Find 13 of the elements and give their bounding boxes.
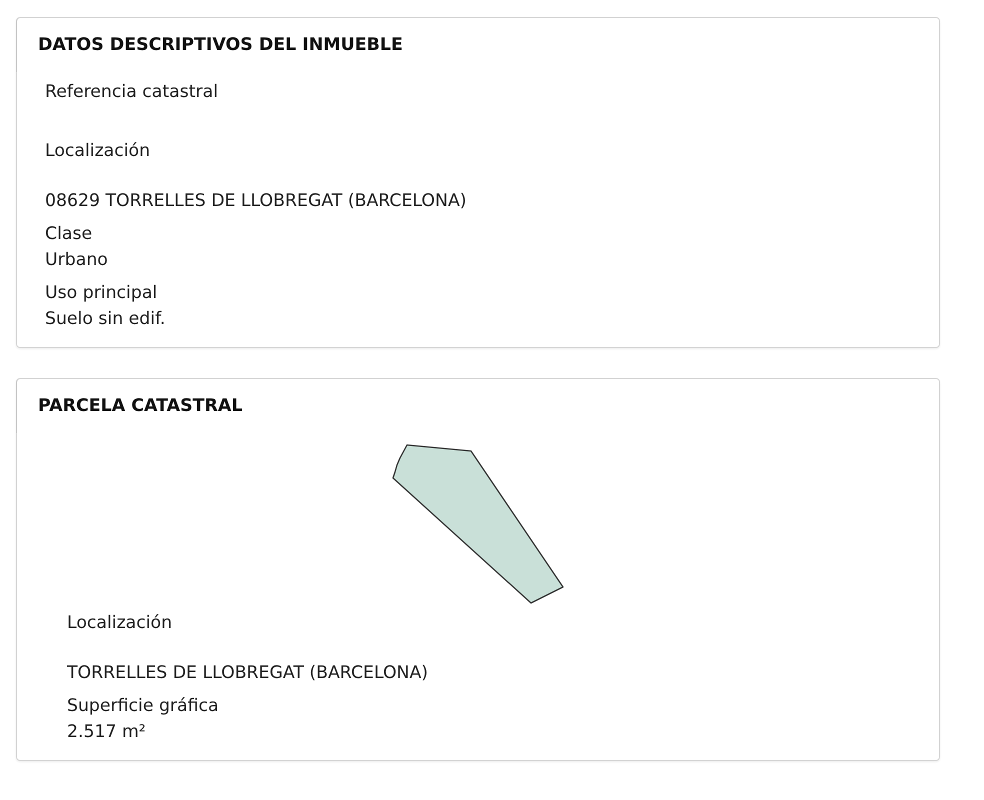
- field-value: Suelo sin edif.: [45, 308, 166, 331]
- field-label: Uso principal: [45, 282, 158, 305]
- field-value: Urbano: [45, 249, 108, 272]
- field-label: Localización: [67, 612, 172, 635]
- field-label: Superficie gráfica: [67, 695, 219, 718]
- field-label: Referencia catastral: [45, 81, 218, 104]
- field-value: 2.517 m²: [67, 721, 146, 744]
- field-value: 08629 TORRELLES DE LLOBREGAT (BARCELONA): [45, 190, 467, 213]
- section-title: PARCELA CATASTRAL: [38, 396, 242, 416]
- field-value: TORRELLES DE LLOBREGAT (BARCELONA): [67, 662, 428, 685]
- field-label: Localización: [45, 140, 150, 163]
- field-label: Clase: [45, 223, 92, 246]
- section-title: DATOS DESCRIPTIVOS DEL INMUEBLE: [38, 35, 403, 55]
